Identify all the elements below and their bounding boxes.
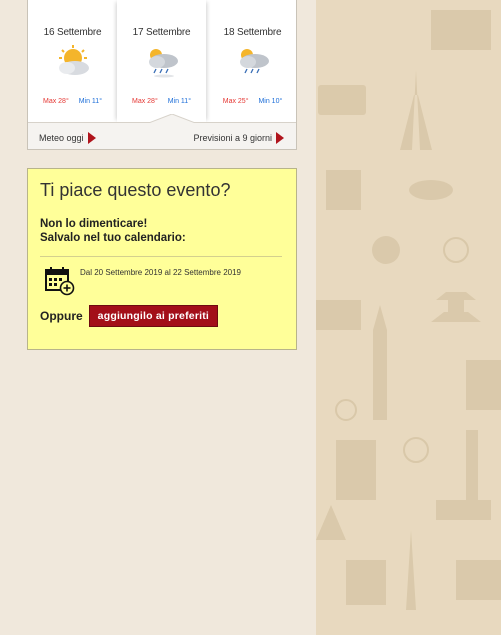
event-date-range: Dal 20 Settembre 2019 al 22 Settembre 20…	[80, 268, 241, 277]
landmarks-pattern-icon	[316, 10, 501, 610]
weather-day-date: 18 Settembre	[223, 27, 282, 38]
event-box-subtitle: Non lo dimenticare! Salvalo nel tuo cale…	[40, 217, 186, 245]
arrow-right-icon	[276, 132, 284, 144]
weather-day-3[interactable]: 18 Settembre Max 25° Min 10°	[208, 0, 297, 122]
weather-widget: 16 Settembre Max 28° Min 11° 17 Settembr…	[27, 0, 297, 150]
min-temp: Min 11°	[78, 98, 102, 105]
min-temp: Min 11°	[167, 98, 191, 105]
max-temp: Max 28°	[42, 98, 69, 105]
weather-footer: Meteo oggi Previsioni a 9 giorni	[28, 114, 296, 149]
rain-cloud-sun-icon	[148, 49, 178, 78]
weather-day-date: 16 Settembre	[43, 27, 102, 38]
arrow-right-icon	[87, 132, 96, 144]
max-temp: Max 28°	[131, 98, 158, 105]
today-weather-link[interactable]: Meteo oggi	[39, 132, 96, 144]
weather-day-1[interactable]: 16 Settembre Max 28° Min 11°	[28, 0, 117, 122]
weather-day-temps: Max 25° Min 10°	[208, 98, 297, 105]
min-temp: Min 10°	[258, 98, 283, 105]
weather-day-temps: Max 28° Min 11°	[117, 98, 206, 105]
today-weather-label: Meteo oggi	[39, 133, 84, 143]
selected-day-notch-icon	[146, 114, 198, 124]
subtitle-line-2: Salvalo nel tuo calendario:	[40, 232, 186, 244]
event-save-box: Ti piace questo evento? Non lo dimentica…	[27, 168, 297, 350]
calendar-add-icon[interactable]	[45, 266, 75, 296]
add-to-favorites-button[interactable]: aggiungilo ai preferiti	[88, 305, 219, 327]
add-to-calendar-row: Dal 20 Settembre 2019 al 22 Settembre 20…	[45, 266, 241, 296]
weather-days: 16 Settembre Max 28° Min 11° 17 Settembr…	[28, 0, 296, 122]
travel-landmarks-background	[316, 0, 501, 635]
weather-day-date: 17 Settembre	[132, 27, 191, 38]
weather-day-temps: Max 28° Min 11°	[28, 98, 117, 105]
weather-day-2[interactable]: 17 Settembre Max 28° Min 11°	[117, 0, 206, 122]
forecast-9-days-link[interactable]: Previsioni a 9 giorni	[193, 132, 284, 144]
or-label: Oppure	[40, 309, 83, 323]
subtitle-line-1: Non lo dimenticare!	[40, 218, 148, 230]
favorites-row: Oppure aggiungilo ai preferiti	[40, 305, 219, 327]
rain-cloud-sun-icon	[239, 49, 269, 74]
forecast-label: Previsioni a 9 giorni	[193, 133, 272, 143]
max-temp: Max 25°	[222, 98, 249, 105]
divider	[40, 256, 282, 257]
event-box-title: Ti piace questo evento?	[40, 180, 231, 200]
sun-cloud-icon	[58, 45, 89, 75]
